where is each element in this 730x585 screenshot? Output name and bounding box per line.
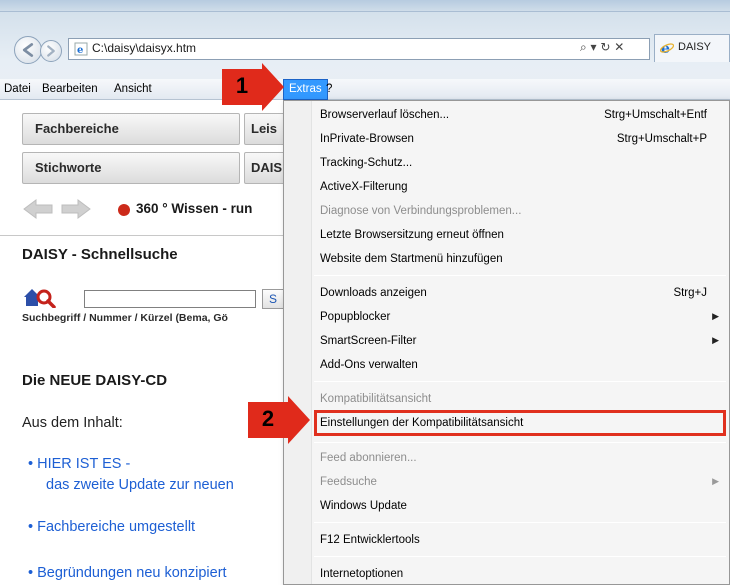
address-text[interactable]: C:\daisy\daisyx.htm bbox=[92, 41, 196, 55]
menu-item-smartscreen[interactable]: SmartScreen-Filter bbox=[320, 330, 417, 352]
quicksearch-title: DAISY - Schnellsuche bbox=[22, 246, 178, 263]
menu-item-reopen-session[interactable]: Letzte Browsersitzung erneut öffnen bbox=[320, 224, 504, 246]
callout-1-number: 1 bbox=[235, 73, 249, 98]
window-title-strip bbox=[0, 0, 730, 12]
shortcut-clear-history: Strg+Umschalt+Entf bbox=[604, 109, 707, 121]
back-button[interactable] bbox=[14, 36, 42, 64]
menu-help[interactable]: ? bbox=[326, 80, 332, 99]
bullet-link-continuation[interactable]: das zweite Update zur neuen bbox=[46, 477, 234, 493]
page-nav-arrows-icon[interactable] bbox=[22, 198, 92, 220]
ticker-bullet-icon bbox=[118, 204, 130, 216]
menu-separator bbox=[314, 381, 726, 382]
menu-item-tracking-protection[interactable]: Tracking-Schutz... bbox=[320, 152, 412, 174]
bullet-link[interactable]: • Begründungen neu konzipiert bbox=[28, 565, 227, 581]
menu-separator bbox=[314, 275, 726, 276]
menu-extras[interactable]: Extras bbox=[283, 79, 328, 100]
forward-arrow-icon bbox=[47, 45, 55, 57]
callout-2-arrow-icon bbox=[288, 396, 310, 444]
menu-item-activex-filtering[interactable]: ActiveX-Filterung bbox=[320, 176, 408, 198]
menu-datei[interactable]: Datei bbox=[4, 80, 31, 99]
bullet-link[interactable]: • Fachbereiche umgestellt bbox=[28, 519, 195, 535]
news-ticker[interactable]: 360 ° Wissen - run bbox=[136, 201, 252, 216]
shortcut-downloads: Strg+J bbox=[673, 287, 707, 299]
fachbereiche-button[interactable]: Fachbereiche bbox=[22, 113, 240, 145]
cd-subtitle: Aus dem Inhalt: bbox=[22, 415, 123, 431]
content-divider bbox=[0, 235, 290, 236]
callout-2-number: 2 bbox=[261, 406, 275, 431]
cd-title: Die NEUE DAISY-CD bbox=[22, 372, 168, 389]
svg-text:e: e bbox=[661, 41, 670, 55]
menu-separator bbox=[314, 556, 726, 557]
menu-item-f12-tools[interactable]: F12 Entwicklertools bbox=[320, 529, 420, 551]
menu-item-downloads[interactable]: Downloads anzeigen bbox=[320, 282, 427, 304]
house-search-icon bbox=[24, 289, 56, 308]
quicksearch-hint: Suchbegriff / Nummer / Kürzel (Bema, Gö bbox=[22, 312, 228, 324]
menu-item-windows-update[interactable]: Windows Update bbox=[320, 495, 407, 517]
menu-icon-gutter bbox=[284, 101, 312, 584]
menu-item-add-to-start[interactable]: Website dem Startmenü hinzufügen bbox=[320, 248, 503, 270]
menu-bearbeiten[interactable]: Bearbeiten bbox=[42, 80, 98, 99]
menu-bar bbox=[0, 79, 730, 100]
menu-separator bbox=[314, 522, 726, 523]
menu-item-compat-view: Kompatibilitätsansicht bbox=[320, 393, 432, 405]
menu-item-clear-history[interactable]: Browserverlauf löschen... bbox=[320, 104, 449, 126]
stichworte-button[interactable]: Stichworte bbox=[22, 152, 240, 184]
menu-item-popup-blocker[interactable]: Popupblocker bbox=[320, 306, 390, 328]
menu-ansicht[interactable]: Ansicht bbox=[114, 80, 152, 99]
quicksearch-input[interactable] bbox=[84, 290, 256, 308]
back-arrow-icon bbox=[22, 43, 34, 57]
address-actions[interactable]: ⌕ ▾ ↻ ✕ bbox=[580, 40, 624, 55]
ie-logo-icon: e bbox=[660, 41, 674, 55]
forward-button[interactable] bbox=[40, 40, 62, 62]
menu-item-feed-subscribe: Feed abonnieren... bbox=[320, 452, 417, 464]
bullet-link[interactable]: • HIER IST ES - bbox=[28, 456, 130, 472]
menu-item-inprivate[interactable]: InPrivate-Browsen bbox=[320, 128, 414, 150]
dais-button[interactable]: DAIS bbox=[244, 152, 288, 184]
menu-separator bbox=[314, 442, 726, 443]
extras-dropdown-menu: Browserverlauf löschen... Strg+Umschalt+… bbox=[283, 100, 730, 585]
shortcut-inprivate: Strg+Umschalt+P bbox=[616, 133, 707, 145]
submenu-arrow-icon: ▶ bbox=[712, 336, 719, 346]
menu-item-internet-options[interactable]: Internetoptionen bbox=[320, 563, 403, 584]
submenu-arrow-icon: ▶ bbox=[712, 312, 719, 322]
tab-label: DAISY bbox=[678, 41, 712, 53]
leis-button[interactable]: Leis bbox=[244, 113, 288, 145]
highlight-frame bbox=[314, 410, 726, 436]
submenu-arrow-icon: ▶ bbox=[712, 477, 719, 487]
menu-item-diagnose: Diagnose von Verbindungsproblemen... bbox=[320, 205, 522, 217]
svg-text:e: e bbox=[77, 45, 83, 56]
menu-item-feed-search: Feedsuche bbox=[320, 476, 377, 488]
menu-item-addons[interactable]: Add-Ons verwalten bbox=[320, 354, 418, 376]
ie-page-icon: e bbox=[74, 42, 88, 56]
callout-1-arrow-icon bbox=[262, 63, 284, 111]
